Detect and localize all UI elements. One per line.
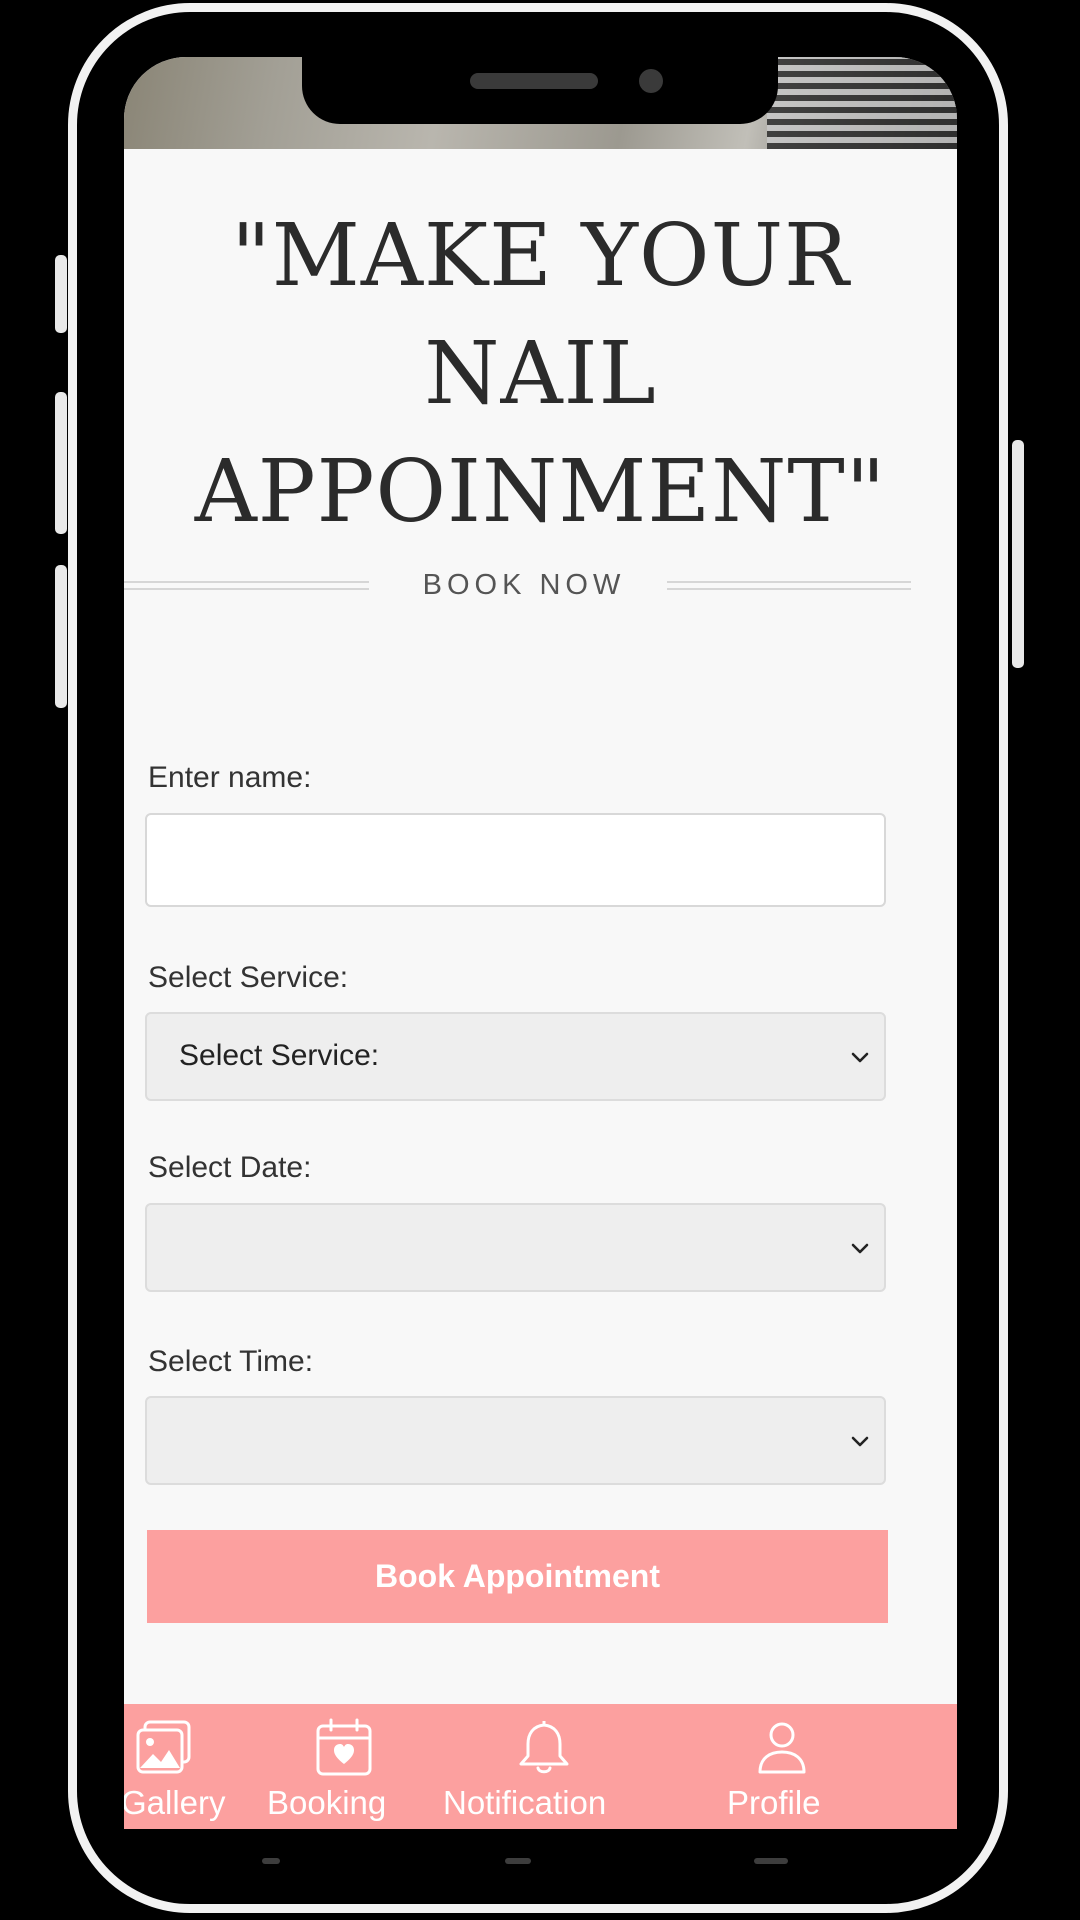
nav-item-notification[interactable]: Notification — [443, 1704, 627, 1829]
date-select[interactable] — [145, 1203, 886, 1292]
bell-icon — [519, 1721, 569, 1774]
nav-label-profile: Profile — [727, 1784, 821, 1821]
name-input[interactable] — [145, 813, 886, 907]
nav-label-notification: Notification — [443, 1784, 607, 1821]
nav-item-gallery[interactable]: Gallery — [124, 1704, 264, 1829]
page-title-line-1: "MAKE YOUR — [231, 206, 850, 306]
page-title: "MAKE YOUR NAIL APPOINMENT" — [124, 197, 957, 551]
device-side-button — [55, 255, 67, 333]
page-title-line-2: NAIL — [424, 324, 657, 424]
time-select[interactable] — [145, 1396, 886, 1485]
nav-item-booking[interactable]: Booking — [264, 1704, 424, 1829]
service-label: Select Service: — [148, 961, 349, 994]
system-back-button[interactable] — [262, 1858, 280, 1864]
chevron-down-icon — [851, 1052, 869, 1063]
page-title-line-3: APPOINMENT" — [194, 442, 887, 542]
service-select-value: Select Service: — [179, 1039, 380, 1072]
chevron-down-icon — [851, 1243, 869, 1254]
name-label: Enter name: — [148, 761, 312, 794]
notch-speaker — [470, 73, 598, 89]
bottom-nav: Gallery Booking Notification Profile — [124, 1704, 957, 1829]
nav-label-booking: Booking — [267, 1784, 387, 1821]
gallery-icon — [136, 1720, 191, 1774]
chevron-down-icon — [851, 1436, 869, 1447]
device-power-button — [1012, 440, 1024, 668]
nav-item-profile[interactable]: Profile — [707, 1704, 867, 1829]
calendar-heart-icon — [316, 1718, 372, 1776]
app-screen: "MAKE YOUR NAIL APPOINMENT" BOOK NOW Ent… — [124, 57, 957, 1829]
header-photo-tile — [767, 57, 957, 149]
date-label: Select Date: — [148, 1151, 312, 1184]
device-volume-up-button — [55, 392, 67, 534]
system-recents-button[interactable] — [754, 1858, 788, 1864]
device-volume-down-button — [55, 565, 67, 708]
system-home-button[interactable] — [505, 1858, 531, 1864]
service-select[interactable]: Select Service: — [145, 1012, 886, 1101]
time-label: Select Time: — [148, 1345, 314, 1378]
book-appointment-button[interactable]: Book Appointment — [147, 1530, 888, 1623]
user-icon — [758, 1722, 806, 1774]
system-nav-bar — [124, 1829, 957, 1879]
divider-right — [667, 581, 911, 590]
front-camera — [639, 69, 663, 93]
nav-label-gallery: Gallery — [124, 1784, 226, 1821]
